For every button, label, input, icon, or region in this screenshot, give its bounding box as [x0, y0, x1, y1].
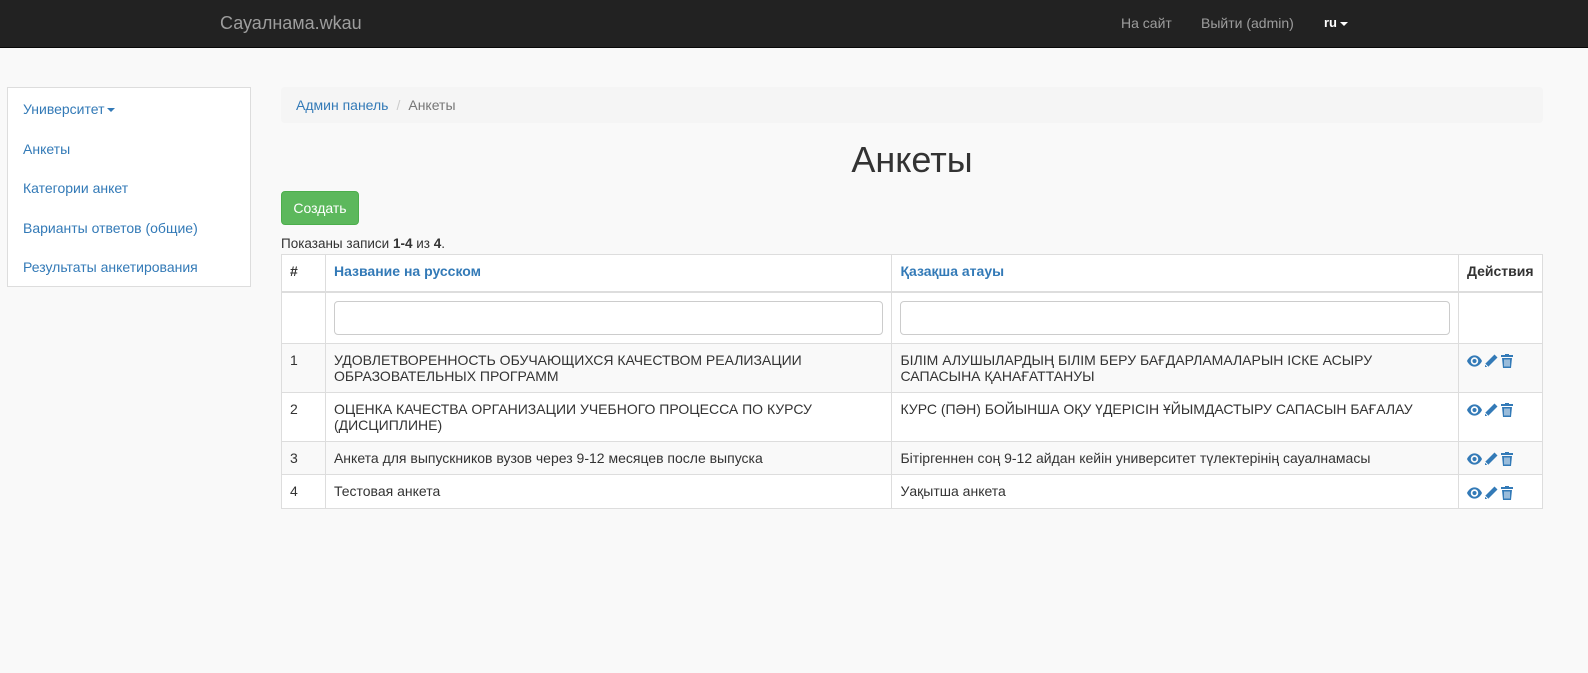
view-icon[interactable]	[1466, 403, 1482, 417]
row-name-ru: Тестовая анкета	[324, 474, 893, 509]
row-name-kz: БІЛІМ АЛУШЫЛАРДЫҢ БІЛІМ БЕРУ БАҒДАРЛАМАЛ…	[891, 343, 1459, 393]
breadcrumb-separator: /	[396, 97, 401, 113]
row-name-kz: Уақытша анкета	[891, 474, 1459, 509]
sidebar-item-answer-options[interactable]: Варианты ответов (общие)	[8, 207, 250, 247]
row-name-kz: Бітіргеннен соң 9-12 айдан кейін универс…	[891, 440, 1459, 476]
edit-icon[interactable]	[1484, 354, 1499, 368]
filter-name-kz-input[interactable]	[900, 300, 1450, 335]
row-actions	[1457, 392, 1544, 442]
summary-range: 1-4	[392, 236, 413, 251]
create-button[interactable]: Создать	[281, 191, 359, 225]
row-name-ru: УДОВЛЕТВОРЕННОСТЬ ОБУЧАЮЩИХСЯ КАЧЕСТВОМ …	[324, 343, 893, 393]
language-label: ru	[1324, 15, 1337, 30]
sidebar-item-university[interactable]: Университет	[8, 88, 250, 128]
table-row: 2 ОЦЕНКА КАЧЕСТВА ОРГАНИЗАЦИИ УЧЕБНОГО ПР…	[281, 392, 1544, 442]
view-icon[interactable]	[1466, 354, 1482, 368]
row-num: 2	[281, 392, 326, 442]
caret-down-icon	[107, 108, 116, 113]
summary-prefix: Показаны записи	[281, 236, 393, 251]
table-row: 1 УДОВЛЕТВОРЕННОСТЬ ОБУЧАЮЩИХСЯ КАЧЕСТВОМ…	[281, 343, 1544, 393]
delete-icon[interactable]	[1500, 403, 1516, 418]
summary-mid: из	[412, 236, 434, 251]
row-name-ru: Анкета для выпускников вузов через 9-12 …	[324, 440, 893, 476]
filter-cell-empty	[1457, 291, 1544, 344]
sidebar-item-survey-results[interactable]: Результаты анкетирования	[8, 246, 250, 286]
row-actions	[1457, 343, 1544, 393]
page-title: Анкеты	[851, 139, 973, 180]
filter-row	[281, 291, 1544, 344]
view-icon[interactable]	[1466, 486, 1482, 500]
sidebar-menu: Университет Анкеты Категории анкет Вариа…	[7, 87, 251, 287]
top-navbar: Сауалнама.wkau На сайт Выйти (admin) ru	[0, 0, 1588, 48]
brand-link[interactable]: Сауалнама.wkau	[220, 13, 362, 34]
delete-icon[interactable]	[1500, 452, 1516, 467]
sidebar-item-survey-categories[interactable]: Категории анкет	[8, 167, 250, 207]
view-icon[interactable]	[1466, 452, 1482, 466]
header-num: #	[281, 254, 326, 293]
row-name-kz: КУРС (ПӘН) БОЙЫНША ОҚУ ҮДЕРІСІН ҰЙЫМДАСТ…	[891, 392, 1459, 442]
delete-icon[interactable]	[1500, 485, 1516, 500]
caret-down-icon	[1340, 21, 1348, 26]
sidebar-item-label: Университет	[23, 101, 105, 117]
logout-link[interactable]: Выйти (admin)	[1201, 15, 1294, 31]
edit-icon[interactable]	[1484, 486, 1499, 500]
filter-name-ru-input[interactable]	[333, 300, 884, 335]
records-summary: Показаны записи 1-4 из 4.	[281, 236, 445, 251]
summary-suffix: .	[441, 236, 445, 251]
header-name-kz: Қазақша атауы	[891, 254, 1459, 293]
table-row: 3 Анкета для выпускников вузов через 9-12…	[281, 440, 1544, 476]
surveys-table: # Название на русском Қазақша атауы Дейс…	[281, 254, 1544, 509]
site-link[interactable]: На сайт	[1121, 15, 1172, 31]
sidebar-item-surveys[interactable]: Анкеты	[8, 128, 250, 168]
filter-cell-empty	[281, 291, 326, 344]
edit-icon[interactable]	[1484, 403, 1499, 417]
row-actions	[1457, 440, 1544, 476]
breadcrumb-home-link[interactable]: Админ панель	[296, 97, 388, 113]
sort-name-kz-link[interactable]: Қазақша атауы	[900, 263, 1004, 279]
row-num: 1	[281, 343, 326, 393]
row-actions	[1457, 474, 1544, 509]
language-dropdown[interactable]: ru	[1324, 15, 1348, 30]
header-actions: Действия	[1457, 254, 1544, 293]
delete-icon[interactable]	[1500, 354, 1516, 369]
row-name-ru: ОЦЕНКА КАЧЕСТВА ОРГАНИЗАЦИИ УЧЕБНОГО ПРО…	[324, 392, 893, 442]
row-num: 3	[281, 440, 326, 476]
table-header-row: # Название на русском Қазақша атауы Дейс…	[281, 254, 1544, 293]
row-num: 4	[281, 474, 326, 509]
breadcrumb: Админ панель / Анкеты	[281, 87, 1543, 123]
edit-icon[interactable]	[1484, 452, 1499, 466]
table-row: 4 Тестовая анкета Уақытша анкета	[281, 474, 1544, 509]
sort-name-ru-link[interactable]: Название на русском	[334, 263, 481, 279]
filter-cell-ru	[324, 291, 893, 344]
filter-cell-kz	[891, 291, 1459, 344]
breadcrumb-current: Анкеты	[408, 97, 456, 113]
header-name-ru: Название на русском	[324, 254, 893, 293]
